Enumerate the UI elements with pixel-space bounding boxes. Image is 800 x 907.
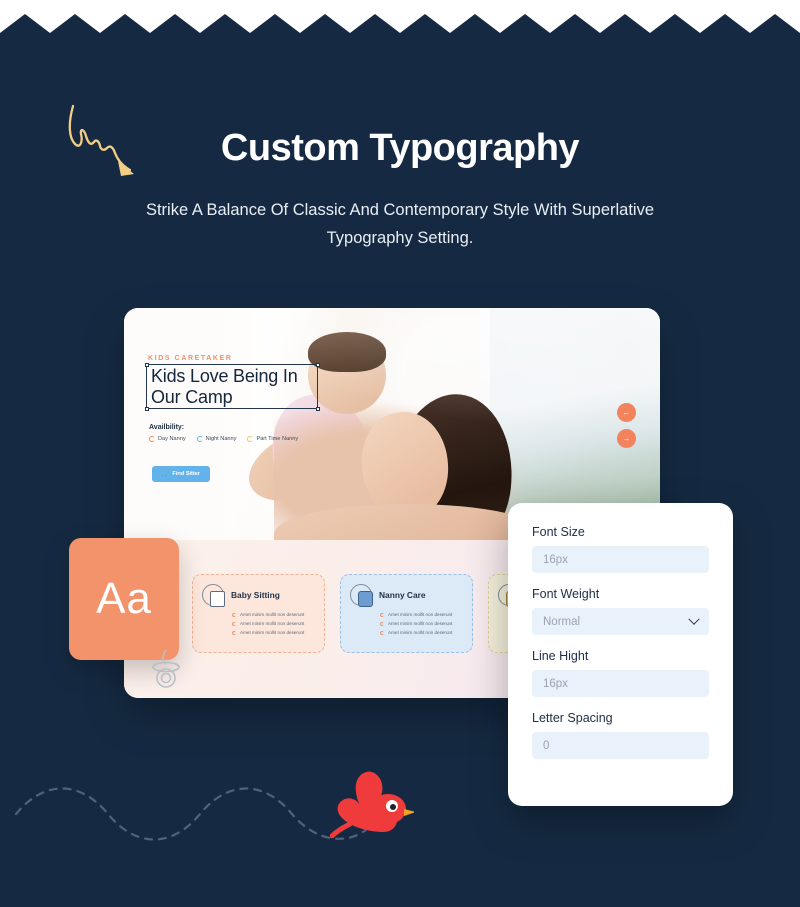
field-font-weight: Font Weight Normal (532, 587, 709, 635)
pacifier-icon (152, 649, 180, 688)
availability-options: Day Nanny Night Nanny Part Time Nanny (149, 436, 298, 442)
letter-spacing-input[interactable]: 0 (532, 732, 709, 759)
service-card[interactable]: Baby Sitting Amet minim mollit non deser… (192, 574, 325, 653)
baby-sitting-icon (202, 584, 225, 607)
resize-handle-bottom-left[interactable] (144, 406, 149, 411)
field-label: Font Weight (532, 587, 600, 601)
service-card-title: Baby Sitting (231, 590, 280, 600)
page-subtitle: Strike A Balance Of Classic And Contempo… (145, 201, 655, 247)
nanny-care-icon (350, 584, 373, 607)
availability-option[interactable]: Night Nanny (196, 436, 237, 442)
page-title: Custom Typography (220, 127, 580, 169)
cart-icon: 🛒 (161, 471, 170, 477)
service-card-line: Amet minim mollit non deserunt (388, 630, 453, 635)
availability-option-label: Night Nanny (205, 436, 237, 442)
typography-tile-label: Aa (96, 574, 152, 623)
slider-prev-button[interactable]: ← (617, 403, 636, 422)
service-card-line: Amet minim mollit non deserunt (240, 621, 305, 626)
radio-icon (149, 436, 155, 442)
line-height-input[interactable]: 16px (532, 670, 709, 697)
service-card-line: Amet minim mollit non deserunt (388, 612, 453, 617)
slider-next-button[interactable]: → (617, 429, 636, 448)
field-label: Line Hight (532, 649, 589, 663)
arrow-left-icon: ← (622, 407, 631, 417)
bullet-icon (232, 630, 236, 635)
font-size-value: 16px (543, 553, 568, 566)
line-height-value: 16px (543, 677, 568, 690)
service-card[interactable]: Nanny Care Amet minim mollit non deserun… (340, 574, 473, 653)
bullet-icon (380, 612, 384, 617)
radio-icon (247, 436, 254, 442)
hero-title: Kids Love Being In Our Camp (151, 366, 298, 407)
find-sitter-label: Find Sitter (172, 471, 201, 477)
find-sitter-button[interactable]: 🛒 Find Sitter (152, 466, 210, 482)
service-card-title: Nanny Care (379, 590, 426, 600)
field-label: Letter Spacing (532, 711, 613, 725)
letter-spacing-value: 0 (543, 739, 550, 752)
availability-label: Availbility: (149, 424, 185, 431)
availability-option[interactable]: Day Nanny (149, 436, 186, 442)
flying-bird-icon (330, 771, 414, 838)
typography-settings-panel: Font Size 16px Font Weight Normal Line H… (508, 503, 733, 806)
field-line-height: Line Hight 16px (532, 649, 709, 697)
availability-option-label: Day Nanny (158, 436, 186, 442)
field-label: Font Size (532, 525, 585, 539)
bullet-icon (380, 630, 384, 635)
service-card-line: Amet minim mollit non deserunt (240, 612, 305, 617)
font-weight-select[interactable]: Normal (532, 608, 709, 635)
font-size-input[interactable]: 16px (532, 546, 709, 573)
dashed-wave-path-icon (14, 787, 368, 841)
radio-icon (196, 436, 203, 442)
arrow-right-icon: → (622, 433, 631, 443)
field-letter-spacing: Letter Spacing 0 (532, 711, 709, 759)
availability-option-label: Part Time Nanny (256, 436, 299, 442)
bullet-icon (232, 612, 236, 617)
hero-eyebrow: KIDS CARETAKER (148, 355, 233, 362)
zigzag-top-edge (0, 0, 800, 36)
service-card-line: Amet minim mollit non deserunt (388, 621, 453, 626)
typography-tile: Aa (69, 538, 179, 660)
field-font-size: Font Size 16px (532, 525, 709, 573)
availability-option[interactable]: Part Time Nanny (247, 436, 298, 442)
service-card-line: Amet minim mollit non deserunt (240, 630, 305, 635)
chevron-down-icon (688, 613, 700, 625)
bullet-icon (232, 621, 236, 626)
bullet-icon (380, 621, 384, 626)
page-background: Custom Typography Strike A Balance Of Cl… (0, 0, 800, 907)
resize-handle-top-left[interactable] (144, 362, 149, 367)
font-weight-value: Normal (543, 615, 581, 628)
